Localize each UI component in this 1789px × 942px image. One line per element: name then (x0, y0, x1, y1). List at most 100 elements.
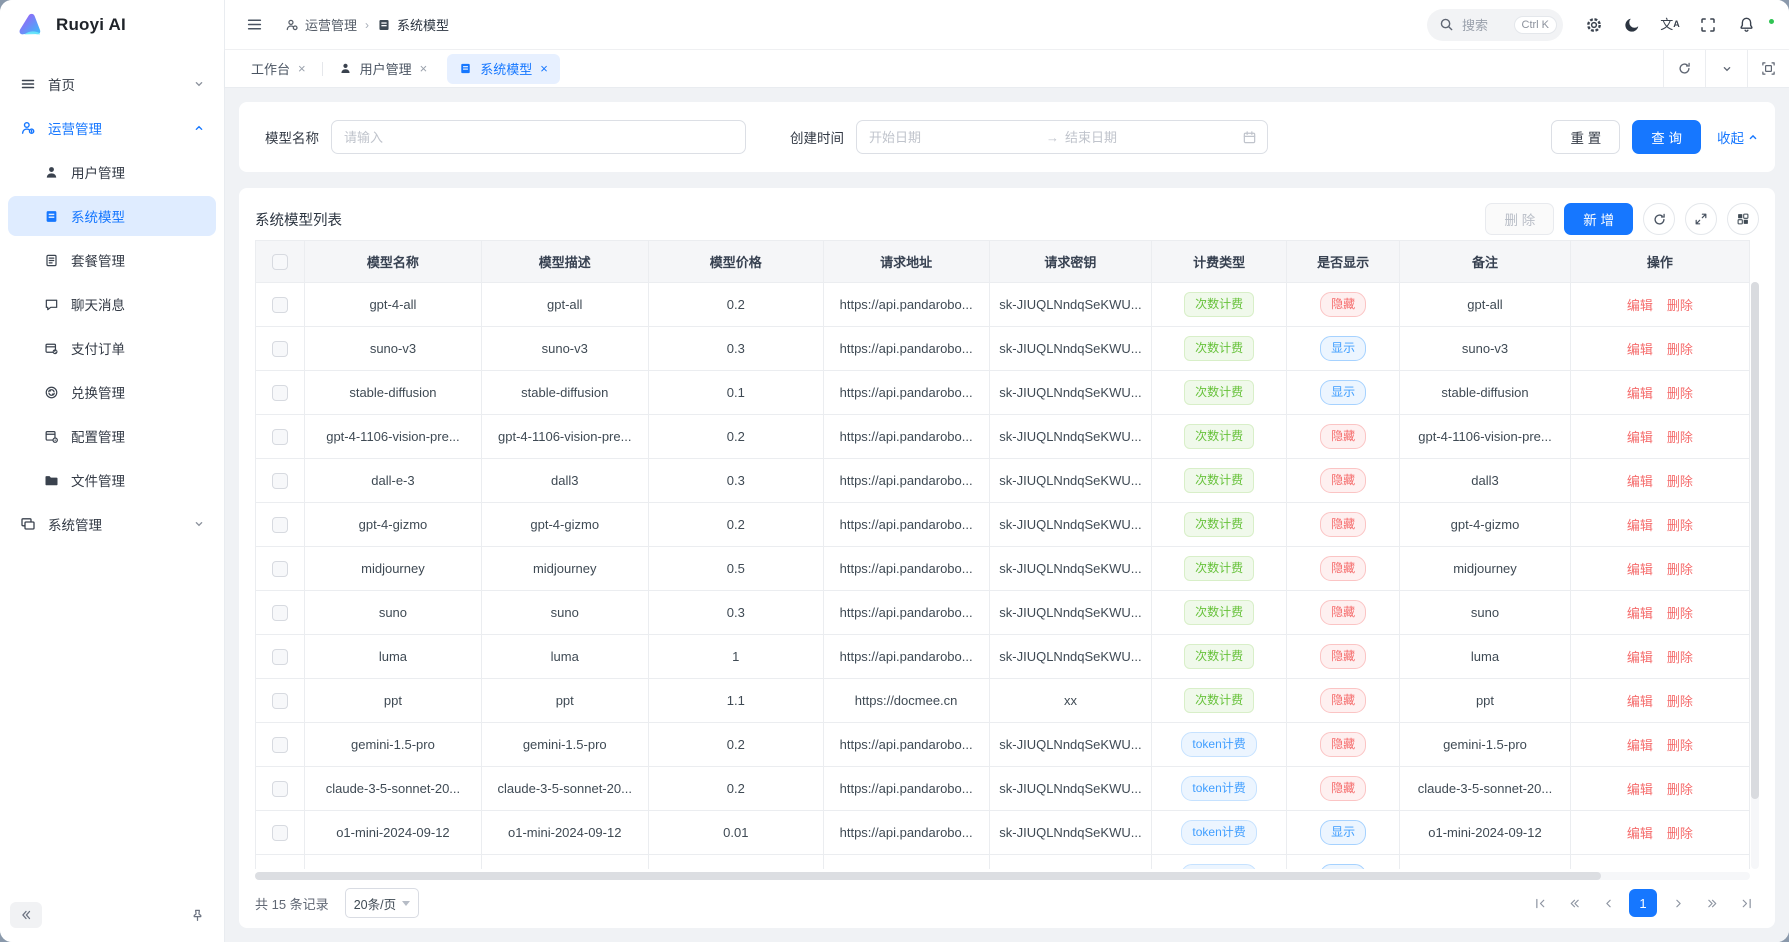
edit-link[interactable]: 编辑 (1627, 606, 1653, 621)
edit-link[interactable]: 编辑 (1627, 826, 1653, 841)
tab-workbench[interactable]: 工作台 × (239, 54, 318, 84)
sidebar-item-exchange-management[interactable]: 兑换管理 (8, 372, 216, 412)
delete-link[interactable]: 删除 (1667, 650, 1693, 665)
sidebar-item-operations[interactable]: 运营管理 (8, 108, 216, 148)
horizontal-scrollbar-thumb[interactable] (255, 872, 1601, 880)
delete-link[interactable]: 删除 (1667, 518, 1693, 533)
chevron-down-icon[interactable] (1705, 50, 1747, 87)
sidebar-item-system-management[interactable]: 系统管理 (8, 504, 216, 544)
edit-link[interactable]: 编辑 (1627, 562, 1653, 577)
delete-link[interactable]: 删除 (1667, 694, 1693, 709)
sidebar-collapse-button[interactable] (10, 902, 42, 928)
edit-link[interactable]: 编辑 (1627, 738, 1653, 753)
fullscreen-icon[interactable] (1691, 8, 1725, 42)
cell-select (256, 767, 305, 811)
page-size-select[interactable]: 20条/页 (345, 888, 419, 918)
row-checkbox[interactable] (272, 341, 288, 357)
logo[interactable]: Ruoyi AI (0, 0, 224, 50)
row-checkbox[interactable] (272, 429, 288, 445)
select-all-checkbox[interactable] (272, 254, 288, 270)
edit-link[interactable]: 编辑 (1627, 518, 1653, 533)
search-button[interactable]: 查 询 (1632, 120, 1701, 154)
date-range-picker[interactable]: → (856, 120, 1268, 154)
current-page-button[interactable]: 1 (1629, 889, 1657, 917)
row-checkbox[interactable] (272, 517, 288, 533)
sidebar-item-user-management[interactable]: 用户管理 (8, 152, 216, 192)
sidebar-item-config-management[interactable]: 配置管理 (8, 416, 216, 456)
sidebar-item-payment-orders[interactable]: 支付订单 (8, 328, 216, 368)
edit-link[interactable]: 编辑 (1627, 298, 1653, 313)
search-icon (1439, 17, 1454, 32)
next-chunk-button[interactable] (1699, 890, 1725, 916)
dark-mode-moon-icon[interactable] (1615, 8, 1649, 42)
sidebar-item-package-management[interactable]: 套餐管理 (8, 240, 216, 280)
row-checkbox[interactable] (272, 693, 288, 709)
delete-link[interactable]: 删除 (1667, 738, 1693, 753)
delete-link[interactable]: 删除 (1667, 430, 1693, 445)
close-icon[interactable]: × (540, 61, 548, 76)
tab-system-model[interactable]: 系统模型 × (447, 54, 560, 84)
delete-link[interactable]: 删除 (1667, 474, 1693, 489)
row-checkbox[interactable] (272, 605, 288, 621)
sidebar-item-chat-messages[interactable]: 聊天消息 (8, 284, 216, 324)
language-translate-icon[interactable]: 文A (1653, 8, 1687, 42)
edit-link[interactable]: 编辑 (1627, 386, 1653, 401)
model-name-input[interactable] (331, 120, 746, 154)
delete-link[interactable]: 删除 (1667, 342, 1693, 357)
delete-link[interactable]: 删除 (1667, 826, 1693, 841)
breadcrumb-operations[interactable]: 运营管理 (285, 15, 357, 34)
edit-link[interactable]: 编辑 (1627, 782, 1653, 797)
sidebar-item-home[interactable]: 首页 (8, 64, 216, 104)
delete-link[interactable]: 删除 (1667, 782, 1693, 797)
delete-link[interactable]: 删除 (1667, 606, 1693, 621)
edit-link[interactable]: 编辑 (1627, 694, 1653, 709)
last-page-button[interactable] (1733, 890, 1759, 916)
row-checkbox[interactable] (272, 781, 288, 797)
sidebar: Ruoyi AI 首页 运营管理 (0, 0, 225, 942)
settings-gear-icon[interactable] (1577, 8, 1611, 42)
row-checkbox[interactable] (272, 385, 288, 401)
vertical-scrollbar-thumb[interactable] (1751, 282, 1759, 799)
pin-icon[interactable] (184, 902, 210, 928)
add-button[interactable]: 新 增 (1564, 203, 1633, 235)
maximize-panel-icon[interactable] (1747, 50, 1789, 87)
refresh-table-icon[interactable] (1643, 203, 1675, 235)
delete-button[interactable]: 删 除 (1485, 203, 1554, 235)
global-search[interactable]: 搜索 Ctrl K (1427, 9, 1563, 41)
notifications-bell-icon[interactable] (1729, 8, 1763, 42)
edit-link[interactable]: 编辑 (1627, 430, 1653, 445)
col-billing-type: 计费类型 (1152, 241, 1286, 283)
delete-link[interactable]: 删除 (1667, 386, 1693, 401)
row-checkbox[interactable] (272, 561, 288, 577)
row-checkbox[interactable] (272, 473, 288, 489)
close-icon[interactable]: × (298, 61, 306, 76)
row-checkbox[interactable] (272, 297, 288, 313)
breadcrumb-system-model[interactable]: 系统模型 (377, 15, 449, 34)
cell-request-key: sk-JIUQLNndqSeKWU... (989, 327, 1152, 371)
edit-link[interactable]: 编辑 (1627, 474, 1653, 489)
row-checkbox[interactable] (272, 737, 288, 753)
column-settings-icon[interactable] (1727, 203, 1759, 235)
edit-link[interactable]: 编辑 (1627, 650, 1653, 665)
sidebar-item-file-management[interactable]: 文件管理 (8, 460, 216, 500)
hamburger-menu-icon[interactable] (237, 8, 271, 42)
tab-user-management[interactable]: 用户管理 × (327, 54, 440, 84)
expand-table-icon[interactable] (1685, 203, 1717, 235)
refresh-icon[interactable] (1663, 50, 1705, 87)
end-date-input[interactable] (1065, 130, 1236, 145)
first-page-button[interactable] (1527, 890, 1553, 916)
sidebar-item-system-model[interactable]: 系统模型 (8, 196, 216, 236)
next-page-button[interactable] (1665, 890, 1691, 916)
prev-page-button[interactable] (1595, 890, 1621, 916)
row-checkbox[interactable] (272, 825, 288, 841)
row-checkbox[interactable] (272, 649, 288, 665)
edit-link[interactable]: 编辑 (1627, 342, 1653, 357)
collapse-filters-link[interactable]: 收起 (1717, 127, 1759, 147)
close-icon[interactable]: × (420, 61, 428, 76)
reset-button[interactable]: 重 置 (1551, 120, 1620, 154)
delete-link[interactable]: 删除 (1667, 562, 1693, 577)
cell-model-desc: gpt-all (481, 283, 648, 327)
start-date-input[interactable] (869, 130, 1040, 145)
delete-link[interactable]: 删除 (1667, 298, 1693, 313)
prev-chunk-button[interactable] (1561, 890, 1587, 916)
